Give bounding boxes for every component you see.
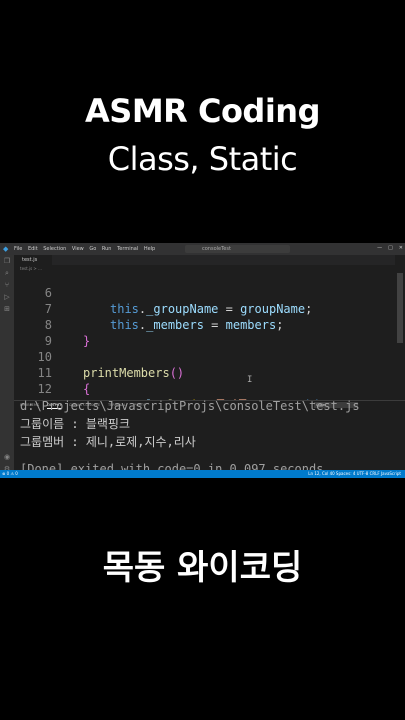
code-line: 9 [14, 317, 57, 348]
menu-run[interactable]: Run [102, 246, 112, 252]
menu-go[interactable]: Go [89, 246, 96, 252]
command-center[interactable]: consoleTest [185, 245, 290, 253]
code-text: { [83, 382, 91, 396]
search-icon[interactable]: ⌕ [0, 267, 14, 279]
mouse-cursor-icon: I [247, 375, 253, 385]
menu-help[interactable]: Help [144, 246, 155, 252]
source-control-icon[interactable]: ⑂ [0, 279, 14, 291]
code-editor[interactable]: 6 this._groupName = groupName; 7 this._m… [14, 269, 405, 428]
code-line: 11 { [14, 349, 91, 396]
status-info[interactable]: Ln 12, Col 40 Spaces: 4 UTF-8 CRLF JavaS… [308, 470, 401, 478]
header-subtitle: Class, Static [107, 140, 298, 178]
run-debug-icon[interactable]: ▷ [0, 291, 14, 303]
code-text: this._members = members; [110, 318, 284, 332]
output-line: 그룹이름 : 블랙핑크 [20, 417, 130, 431]
explorer-icon[interactable]: ❐ [0, 255, 14, 267]
output-line: d:\Projects\JavascriptProjs\consoleTest\… [20, 399, 360, 413]
tab-test-js[interactable]: test.js [14, 255, 52, 265]
menu-edit[interactable]: Edit [28, 246, 38, 252]
code-text: printMembers() [83, 366, 185, 380]
code-line: 13 console.log("그룹멤버 : " + this._members… [14, 381, 405, 428]
window-controls: — □ ✕ [377, 245, 403, 251]
status-bar: ⊗ 0 ⚠ 0 Ln 12, Col 40 Spaces: 4 UTF-8 CR… [0, 470, 405, 478]
close-icon[interactable]: ✕ [399, 245, 403, 251]
vscode-window: ◆ File Edit Selection View Go Run Termin… [0, 243, 405, 478]
menu-view[interactable]: View [72, 246, 84, 252]
minimize-icon[interactable]: — [377, 245, 382, 251]
account-icon[interactable]: ◉ [0, 451, 14, 463]
code-line: 7 this._members = members; [14, 285, 284, 332]
extensions-icon[interactable]: ⊞ [0, 303, 14, 315]
activity-bar: ❐ ⌕ ⑂ ▷ ⊞ ◉ ⚙ [0, 255, 14, 478]
code-line: 10 printMembers() [14, 333, 185, 380]
editor-scrollbar[interactable] [395, 255, 405, 400]
menu-file[interactable]: File [14, 246, 22, 252]
menu-selection[interactable]: Selection [43, 246, 66, 252]
code-line: 8 } [14, 301, 90, 348]
menu-bar: File Edit Selection View Go Run Terminal… [14, 246, 159, 252]
code-text: this._groupName = groupName; [110, 302, 313, 316]
output-line: 그룹멤버 : 제니,로제,지수,리사 [20, 435, 196, 449]
status-problems[interactable]: ⊗ 0 ⚠ 0 [2, 470, 18, 478]
scrollbar-thumb[interactable] [397, 273, 403, 343]
menu-terminal[interactable]: Terminal [117, 246, 138, 252]
editor-tab-bar: test.js [14, 255, 405, 265]
code-line: 6 this._groupName = groupName; [14, 269, 313, 316]
vscode-logo-icon: ◆ [3, 245, 9, 253]
maximize-icon[interactable]: □ [388, 245, 393, 251]
code-line: 12 console.log("그룹이름 : " + this._groupNa… [14, 365, 405, 412]
output-panel: PROBLEMS OUTPUT DEBUG CONSOLE TERMINAL P… [14, 399, 405, 476]
header-title: ASMR Coding [85, 92, 320, 130]
title-bar: ◆ File Edit Selection View Go Run Termin… [0, 243, 405, 255]
caption: 목동 와이코딩 [102, 548, 303, 588]
code-text: } [83, 334, 91, 348]
